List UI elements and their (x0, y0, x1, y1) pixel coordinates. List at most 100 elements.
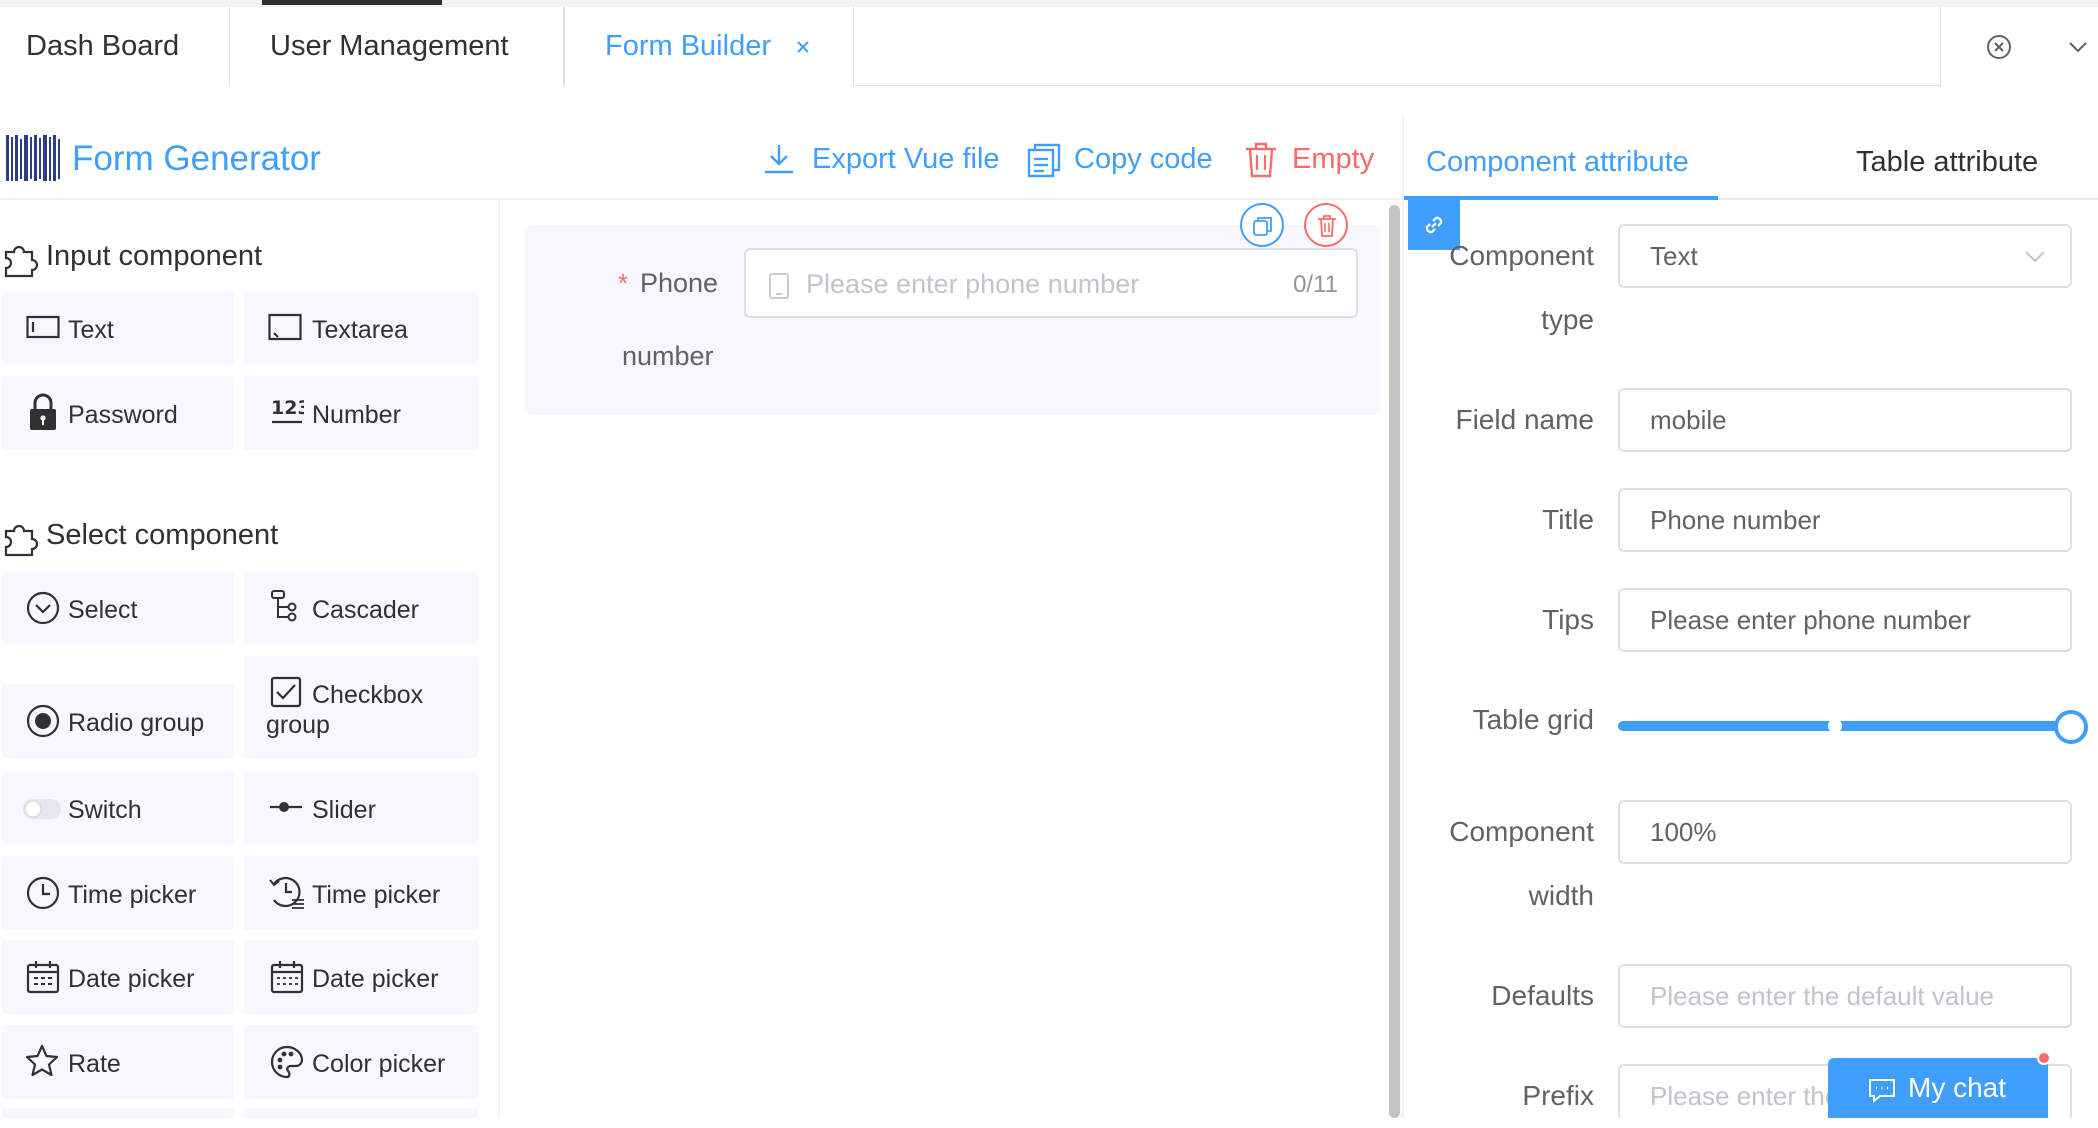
component-type-select[interactable]: Text (1618, 224, 2072, 288)
component-width-input[interactable]: 100% (1618, 800, 2072, 864)
tips-value: Please enter phone number (1650, 605, 1971, 635)
lock-icon (28, 392, 58, 432)
title-value: Phone number (1650, 505, 1821, 535)
copy-code-label: Copy code (1074, 143, 1213, 175)
field-label-line1: Phone (640, 268, 719, 298)
palette-item-password[interactable]: Password (2, 376, 234, 450)
component-width-label-line2: width (1528, 880, 1594, 911)
delete-item-button[interactable] (1304, 203, 1348, 247)
tips-input[interactable]: Please enter phone number (1618, 588, 2072, 652)
field-name-input[interactable]: mobile (1618, 388, 2072, 452)
palette-item-time-range[interactable]: Time picker (244, 856, 478, 930)
trash-icon (1316, 214, 1338, 238)
palette-item-label: Slider (312, 796, 376, 824)
star-icon (24, 1043, 60, 1079)
palette-item-select[interactable]: Select (2, 571, 234, 645)
tab-dashboard[interactable]: Dash Board (0, 7, 230, 86)
palette-item-checkbox-group[interactable]: Checkbox group (244, 656, 478, 758)
my-chat-label: My chat (1908, 1072, 2007, 1103)
table-grid-label: Table grid (1472, 704, 1594, 735)
table-grid-slider-handle[interactable] (2054, 710, 2088, 744)
palette-item-rate[interactable]: Rate (2, 1025, 234, 1099)
defaults-input[interactable]: Please enter the default value (1618, 964, 2072, 1028)
palette-item-label: Switch (68, 796, 142, 824)
slider-stop (1828, 719, 1842, 733)
tab-user-management[interactable]: User Management (230, 7, 564, 86)
table-grid-slider[interactable] (1618, 721, 2070, 731)
slider-icon (268, 799, 304, 815)
component-type-label-line2: type (1541, 304, 1594, 335)
select-section-label: Select component (46, 519, 279, 551)
cascader-icon (270, 589, 302, 623)
header-divider (0, 198, 1402, 200)
top-indicator (262, 0, 442, 5)
puzzle-icon (2, 517, 42, 557)
palette-item-color-picker[interactable]: Color picker (244, 1025, 478, 1099)
prefix-label: Prefix (1522, 1080, 1594, 1111)
chat-icon (1868, 1078, 1896, 1104)
export-vue-button[interactable]: Export Vue file (762, 136, 1002, 182)
palette-item-label: Rate (68, 1050, 121, 1078)
puzzle-icon (2, 238, 42, 278)
copy-code-button[interactable]: Copy code (1026, 136, 1213, 182)
phone-input-placeholder: Please enter phone number (806, 269, 1140, 299)
input-section-label: Input component (46, 240, 263, 272)
palette-item-label: Select (68, 596, 138, 624)
palette-item-date-picker[interactable]: Date picker (2, 940, 234, 1014)
brand-title: Form Generator (72, 139, 321, 178)
palette-item-label: Time picker (68, 881, 197, 909)
component-type-label: Component (1449, 240, 1594, 271)
tab-controls (1940, 7, 2098, 86)
close-all-tabs-icon[interactable] (1985, 33, 2013, 61)
palette-item-cascader[interactable]: Cascader (244, 571, 478, 645)
palette-item-text[interactable]: Text (2, 291, 234, 365)
palette-item-label: Color picker (312, 1050, 446, 1078)
palette-item-label: Password (68, 401, 178, 429)
palette-item-label: Date picker (68, 965, 195, 993)
tab-dashboard-label: Dash Board (26, 30, 180, 62)
radio-icon (26, 704, 60, 738)
download-icon (762, 142, 796, 176)
chevron-down-icon[interactable] (2067, 37, 2089, 57)
palette-item-label: Cascader (312, 596, 419, 624)
tab-form-builder[interactable]: Form Builder (564, 7, 854, 86)
palette-item-slider[interactable]: Slider (244, 771, 478, 845)
title-input[interactable]: Phone number (1618, 488, 2072, 552)
palette-item-switch[interactable]: Switch (2, 771, 234, 845)
field-label-line2: number (622, 341, 714, 371)
tab-form-builder-label: Form Builder (605, 30, 771, 62)
text-input-icon (26, 315, 60, 339)
palette-item-textarea[interactable]: Textarea (244, 291, 478, 365)
tab-component-attribute[interactable]: Component attribute (1426, 140, 1689, 184)
logo (4, 133, 62, 183)
component-width-label: Component (1449, 816, 1594, 847)
tab-bar: Dash Board User Management Form Builder (0, 0, 2098, 86)
phone-input[interactable]: Please enter phone number 0/11 (744, 248, 1358, 318)
close-icon[interactable] (793, 37, 813, 57)
calendar-icon (26, 960, 60, 994)
tab-user-management-label: User Management (270, 30, 509, 62)
tab-table-attribute[interactable]: Table attribute (1856, 140, 2038, 184)
palette-item-time-picker[interactable]: Time picker (2, 856, 234, 930)
palette-item-number[interactable]: 123 Number (244, 376, 478, 450)
palette-item-partial (2, 1108, 234, 1118)
my-chat-button[interactable]: My chat (1828, 1058, 2048, 1118)
palette-item-label: Text (68, 316, 114, 344)
empty-label: Empty (1292, 143, 1375, 175)
export-vue-label: Export Vue file (812, 143, 1000, 175)
palette-item-label: Date picker (312, 965, 439, 993)
number-123-icon: 123 (270, 394, 304, 428)
palette-item-date-range[interactable]: Date picker (244, 940, 478, 1014)
component-type-value: Text (1650, 241, 1698, 271)
palette-item-label: Radio group (68, 709, 205, 737)
component-width-value: 100% (1650, 817, 1717, 847)
chevron-down-icon (2024, 248, 2046, 264)
time-range-icon (268, 874, 306, 910)
palette-item-label: Textarea (312, 316, 408, 344)
date-range-icon (270, 960, 304, 994)
empty-button[interactable]: Empty (1244, 136, 1374, 182)
copy-item-button[interactable] (1240, 203, 1284, 247)
textarea-icon (268, 313, 302, 341)
palette-item-radio-group[interactable]: Radio group (2, 684, 234, 758)
defaults-label: Defaults (1491, 980, 1594, 1011)
